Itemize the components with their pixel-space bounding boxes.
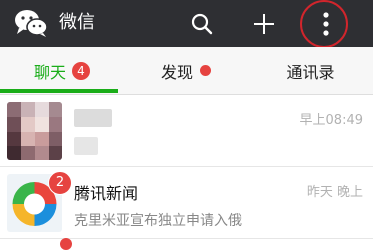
avatar [7, 102, 62, 160]
unread-count-badge: 2 [48, 171, 72, 195]
chat-list-item[interactable]: 早上08:49 [0, 95, 373, 167]
wechat-logo-icon [15, 10, 48, 37]
tab-contacts[interactable]: 通讯录 [248, 47, 373, 94]
app-title: 微信 [59, 12, 95, 33]
tab-chats-label: 聊天 [33, 62, 66, 82]
chat-time: 昨天 晚上 [306, 185, 363, 200]
tab-chats[interactable]: 聊天 4 [0, 47, 124, 94]
blurred-avatar-image [7, 102, 62, 160]
tab-discover-label: 发现 [160, 62, 193, 82]
annotation-circle [300, 0, 348, 48]
plus-icon [254, 13, 274, 34]
top-app-bar: 微信 [0, 0, 373, 48]
chat-preview: 克里米亚宣布独立申请入俄 [74, 213, 242, 229]
blurred-chat-preview [74, 137, 98, 155]
next-row-badge [60, 238, 72, 250]
blurred-chat-name [74, 109, 112, 127]
tab-discover[interactable]: 发现 [124, 47, 248, 94]
add-button[interactable] [249, 0, 279, 47]
tab-bar: 聊天 4 发现 通讯录 [0, 47, 373, 95]
active-tab-indicator [0, 89, 118, 93]
unread-count-badge: 4 [72, 61, 90, 80]
new-dot-badge [200, 65, 211, 76]
chat-list-item[interactable]: 2 腾讯新闻 克里米亚宣布独立申请入俄 昨天 晚上 [0, 167, 373, 239]
chat-name: 腾讯新闻 [74, 184, 139, 203]
chat-time: 早上08:49 [299, 113, 363, 128]
search-icon [191, 13, 213, 34]
search-button[interactable] [186, 0, 218, 47]
tab-contacts-label: 通讯录 [286, 62, 335, 82]
